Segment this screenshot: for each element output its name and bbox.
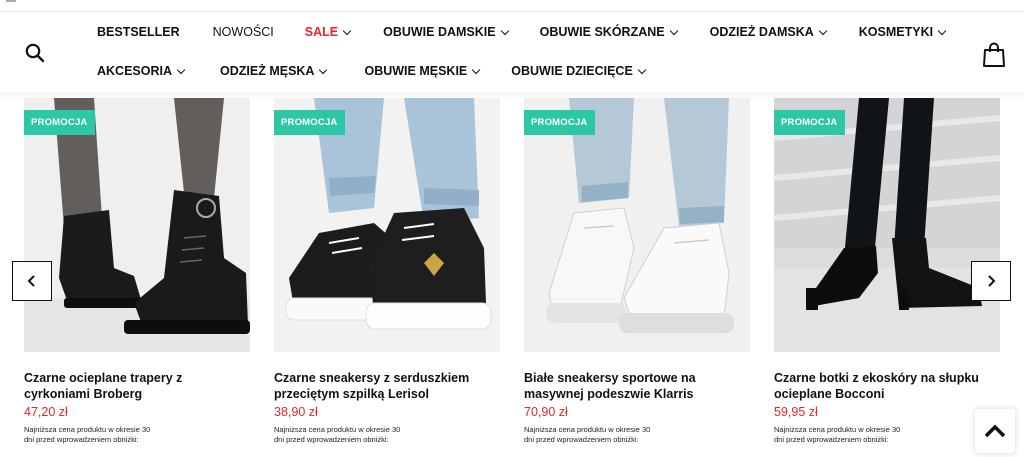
scroll-to-top-button[interactable] [975,409,1015,453]
nav-item-akcesoria[interactable]: AKCESORIA [97,64,186,78]
lowest-price-note: Najniższa cena produktu w okresie 30 dni… [274,425,401,444]
nav-item-label: ODZIEŻ MĘSKA [220,64,315,78]
shopping-bag-icon [983,42,1005,67]
nav-item-bestseller[interactable]: BESTSELLER [97,25,180,39]
product-photo-sneakers-black [274,98,500,352]
nav-item-odzież-męska[interactable]: ODZIEŻ MĘSKA [220,64,328,78]
nav-item-label: OBUWIE DAMSKIE [383,25,496,39]
product-photo-sneakers-white [524,98,750,352]
nav-item-obuwie-skórzane[interactable]: OBUWIE SKÓRZANE [539,25,678,39]
product-image[interactable]: PROMOCJA [774,98,1000,352]
nav-item-nowości[interactable]: NOWOŚCI [213,25,274,39]
nav-item-sale[interactable]: SALE [304,25,352,39]
nav-item-label: BESTSELLER [97,25,180,39]
top-strip-mark [6,0,16,2]
chevron-down-icon [500,26,509,35]
chevron-down-icon [818,26,828,35]
promo-badge: PROMOCJA [274,110,345,135]
carousel-next-button[interactable] [971,261,1011,301]
product-card[interactable]: PROMOCJA Białe sneakersy sportowe na mas… [524,98,750,444]
product-price: 38,90 zł [274,405,318,419]
lowest-price-note: Najniższa cena produktu w okresie 30 dni… [524,425,651,444]
promo-badge: PROMOCJA [524,110,595,135]
cart-button[interactable] [982,42,1006,68]
chevron-right-icon [988,275,996,287]
nav-item-label: OBUWIE DZIECIĘCE [511,64,633,78]
top-strip [0,0,1024,12]
product-title[interactable]: Czarne botki z ekoskóry na słupku ociepl… [774,370,1000,402]
lowest-price-note: Najniższa cena produktu w okresie 30 dni… [774,425,901,444]
chevron-down-icon [472,65,481,74]
product-price: 47,20 zł [24,405,68,419]
chevron-down-icon [937,26,947,35]
nav-item-obuwie-damskie[interactable]: OBUWIE DAMSKIE [383,25,509,39]
chevron-down-icon [669,26,678,35]
search-icon [25,43,45,63]
product-title[interactable]: Czarne ocieplane trapery z cyrkoniami Br… [24,370,250,402]
product-card[interactable]: PROMOCJA Czarne ocieplane trapery z cyrk… [24,98,250,444]
search-button[interactable] [24,42,46,64]
nav-item-label: SALE [304,25,339,39]
product-title[interactable]: Czarne sneakersy z serduszkiem przecięty… [274,370,500,402]
nav-item-label: AKCESORIA [97,64,173,78]
product-card[interactable]: PROMOCJA Czarne sneakersy z serduszkiem … [274,98,500,444]
product-photo-ankle-boots [774,98,1000,352]
product-price: 70,90 zł [524,405,568,419]
product-card[interactable]: PROMOCJA Czarne botki z ekoskóry na słup… [774,98,1000,444]
lowest-price-note: Najniższa cena produktu w okresie 30 dni… [24,425,151,444]
nav-item-odzież-damska[interactable]: ODZIEŻ DAMSKA [709,25,828,39]
promo-badge: PROMOCJA [774,110,845,135]
chevron-down-icon [319,65,328,74]
nav-item-label: ODZIEŻ DAMSKA [709,25,814,39]
chevron-down-icon [637,65,647,74]
main-nav-row-1: BESTSELLER NOWOŚCI SALE OBUWIE DAMSKIE OBUWI… [97,22,947,42]
chevron-down-icon [342,26,352,35]
chevron-left-icon [27,275,35,287]
chevron-up-icon [984,424,1006,438]
site-header: BESTSELLER NOWOŚCI SALE OBUWIE DAMSKIE OBUWI… [0,12,1024,92]
carousel-prev-button[interactable] [12,261,52,301]
main-nav-row-2: AKCESORIA ODZIEŻ MĘSKA OBUWIE MĘSKIE OBUWIE… [97,61,647,81]
nav-item-label: OBUWIE MĘSKIE [364,64,468,78]
nav-item-label: OBUWIE SKÓRZANE [539,25,665,39]
nav-item-label: KOSMETYKI [858,25,934,39]
chevron-down-icon [176,65,186,74]
nav-item-obuwie-męskie[interactable]: OBUWIE MĘSKIE [364,64,481,78]
product-image[interactable]: PROMOCJA [24,98,250,352]
product-title[interactable]: Białe sneakersy sportowe na masywnej pod… [524,370,750,402]
nav-item-kosmetyki[interactable]: KOSMETYKI [858,25,947,39]
promo-badge: PROMOCJA [24,110,95,135]
product-image[interactable]: PROMOCJA [274,98,500,352]
nav-item-label: NOWOŚCI [212,25,274,39]
product-photo-boots [24,98,250,352]
product-price: 59,95 zł [774,405,818,419]
product-image[interactable]: PROMOCJA [524,98,750,352]
nav-item-obuwie-dziecięce[interactable]: OBUWIE DZIECIĘCE [511,64,647,78]
